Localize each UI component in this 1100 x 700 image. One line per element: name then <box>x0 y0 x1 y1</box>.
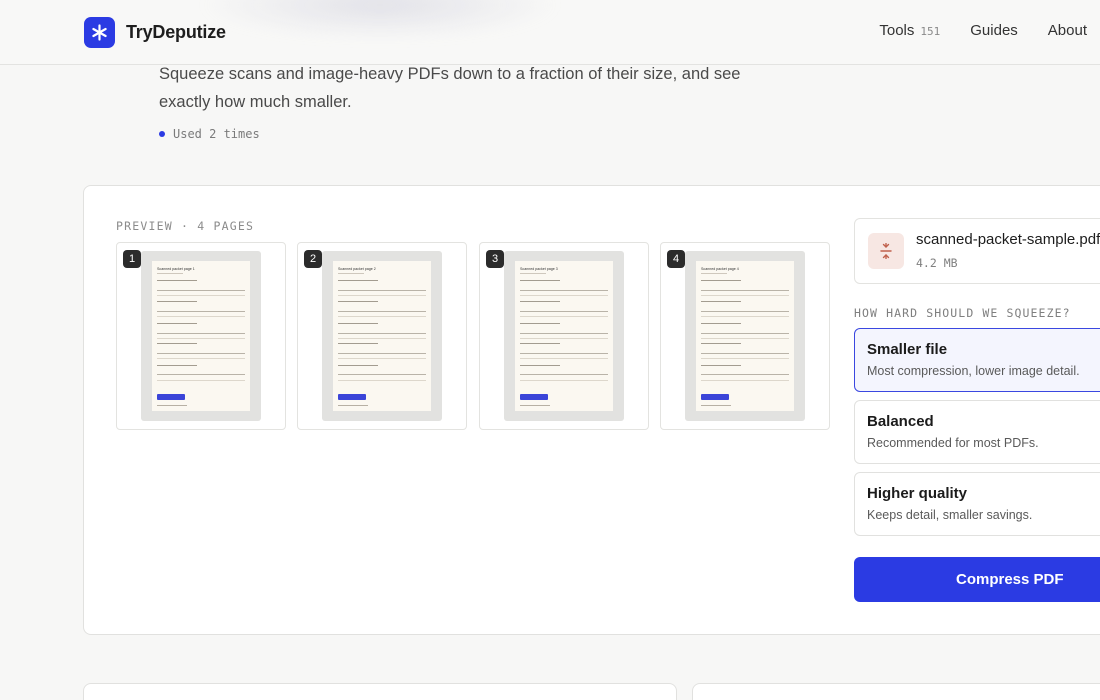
page-number-badge: 3 <box>486 250 504 268</box>
option-description: Recommended for most PDFs. <box>867 436 1039 450</box>
page-preview-frame: Scanned packet page 3 <box>504 251 624 421</box>
nav-guides[interactable]: Guides <box>970 22 1018 39</box>
page-preview: Scanned packet page 2 <box>333 261 431 411</box>
option-higher-quality[interactable]: Higher quality Keeps detail, smaller sav… <box>854 472 1100 536</box>
nav-tools[interactable]: Tools 151 <box>879 22 940 39</box>
page-number-badge: 4 <box>667 250 685 268</box>
usage-indicator: Used 2 times <box>159 127 260 141</box>
page-preview: Scanned packet page 3 <box>515 261 613 411</box>
page-preview: Scanned packet page 1 <box>152 261 250 411</box>
bottom-card-left <box>83 683 677 700</box>
preview-label: PREVIEW · 4 PAGES <box>116 219 255 233</box>
page-thumbnail-1[interactable]: Scanned packet page 1 1 <box>116 242 286 430</box>
file-name: scanned-packet-sample.pdf <box>916 231 1100 248</box>
nav-about[interactable]: About <box>1048 22 1087 39</box>
tool-description: Squeeze scans and image-heavy PDFs down … <box>159 65 741 111</box>
brand-link[interactable]: TryDeputize <box>84 17 226 48</box>
page-thumbnail-3[interactable]: Scanned packet page 3 3 <box>479 242 649 430</box>
option-title: Balanced <box>867 413 934 430</box>
usage-count: Used 2 times <box>173 127 260 141</box>
nav-about-label: About <box>1047 22 1087 39</box>
brand-name: TryDeputize <box>126 22 226 42</box>
main-nav: Tools 151 Guides About <box>879 22 1087 39</box>
page-preview: Scanned packet page 4 <box>696 261 794 411</box>
option-title: Smaller file <box>867 341 948 358</box>
nav-guides-label: Guides <box>970 22 1018 39</box>
option-smaller-file[interactable]: Smaller file Most compression, lower ima… <box>854 328 1100 392</box>
option-title: Higher quality <box>867 485 968 502</box>
nav-tools-label: Tools <box>879 22 915 39</box>
status-dot-icon <box>159 131 165 137</box>
page-title: Scanned packet page 1 <box>157 267 195 271</box>
page-preview-frame: Scanned packet page 2 <box>322 251 442 421</box>
page-number-badge: 2 <box>304 250 322 268</box>
page-thumbnail-4[interactable]: Scanned packet page 4 4 <box>660 242 830 430</box>
selected-file-card: scanned-packet-sample.pdf 4.2 MB <box>854 218 1100 284</box>
bottom-card-right <box>692 683 1100 700</box>
file-size: 4.2 MB <box>916 256 958 270</box>
compression-level-label: HOW HARD SHOULD WE SQUEEZE? <box>854 306 1071 320</box>
page-title: Scanned packet page 3 <box>520 267 558 271</box>
logo-asterisk-icon <box>84 17 115 48</box>
compress-pdf-button[interactable]: Compress PDF <box>854 557 1100 602</box>
page-title: Scanned packet page 4 <box>701 267 739 271</box>
nav-tools-count: 151 <box>920 25 941 38</box>
option-description: Keeps detail, smaller savings. <box>867 508 1033 522</box>
option-description: Most compression, lower image detail. <box>867 364 1080 378</box>
page-number-badge: 1 <box>123 250 141 268</box>
compress-icon <box>868 233 904 269</box>
page-preview-frame: Scanned packet page 1 <box>141 251 261 421</box>
option-balanced[interactable]: Balanced Recommended for most PDFs. <box>854 400 1100 464</box>
header-decoration <box>200 0 560 40</box>
page-preview-frame: Scanned packet page 4 <box>685 251 805 421</box>
page-title: Scanned packet page 2 <box>338 267 376 271</box>
page-thumbnail-2[interactable]: Scanned packet page 2 2 <box>297 242 467 430</box>
site-header: TryDeputize Tools 151 Guides About <box>0 0 1100 65</box>
